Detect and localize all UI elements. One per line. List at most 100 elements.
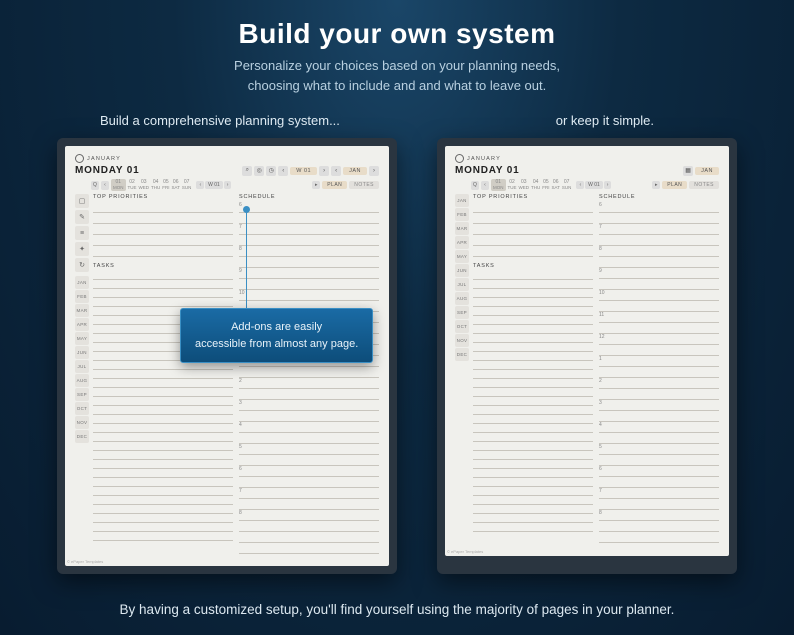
schedule-line[interactable] [239,455,379,466]
chevron-left-icon[interactable]: ‹ [576,181,584,189]
refresh-icon[interactable]: ↻ [75,258,89,272]
schedule-line[interactable] [239,257,379,268]
task-line[interactable] [473,352,593,361]
tab-notes[interactable]: NOTES [349,181,379,189]
day-07[interactable]: 07SUN [182,180,192,190]
chevron-right-icon[interactable]: › [224,181,232,189]
month-tab-nov[interactable]: NOV [75,416,89,429]
schedule-line[interactable]: 7 [239,224,379,235]
day-03[interactable]: 03WED [139,180,150,190]
schedule-line[interactable]: 2 [239,378,379,389]
month-tab-mar[interactable]: MAR [75,304,89,317]
task-line[interactable] [93,451,233,460]
month-tab-jan[interactable]: JAN [75,276,89,289]
schedule-line[interactable] [239,411,379,422]
schedule-line[interactable] [599,301,719,312]
schedule-line[interactable] [599,367,719,378]
task-line[interactable] [93,496,233,505]
day-07[interactable]: 07SUN [562,180,572,190]
task-line[interactable] [473,289,593,298]
schedule-line[interactable] [239,279,379,290]
target-icon[interactable]: ◎ [254,166,264,176]
task-line[interactable] [473,460,593,469]
task-line[interactable] [93,397,233,406]
priority-line[interactable] [93,235,233,246]
task-line[interactable] [473,406,593,415]
edit-icon[interactable]: ✎ [75,210,89,224]
task-line[interactable] [93,523,233,532]
schedule-line[interactable] [599,521,719,532]
month-tab-feb[interactable]: FEB [455,208,469,221]
task-line[interactable] [473,307,593,316]
month-tab-aug[interactable]: AUG [455,292,469,305]
nav-q-icon[interactable]: Q [91,181,99,190]
schedule-line[interactable]: 7 [599,224,719,235]
schedule-line[interactable]: 6 [599,466,719,477]
task-line[interactable] [93,505,233,514]
bookmark-icon[interactable]: ▢ [75,194,89,208]
schedule-line[interactable] [599,477,719,488]
schedule-line[interactable] [599,345,719,356]
month-tab-nov[interactable]: NOV [455,334,469,347]
task-line[interactable] [93,532,233,541]
month-tab-may[interactable]: MAY [455,250,469,263]
month-tab-sep[interactable]: SEP [455,306,469,319]
task-line[interactable] [473,415,593,424]
schedule-line[interactable]: 6 [239,202,379,213]
schedule-line[interactable]: 5 [239,444,379,455]
task-line[interactable] [473,505,593,514]
clock-icon[interactable]: ◷ [266,166,276,176]
schedule-line[interactable] [239,477,379,488]
task-line[interactable] [93,433,233,442]
list-icon[interactable]: ≡ [75,226,89,240]
task-line[interactable] [473,469,593,478]
day-02[interactable]: 02TUE [508,180,517,190]
week-chevron-left-icon[interactable]: ‹ [278,166,288,176]
priority-line[interactable] [473,246,593,257]
schedule-line[interactable] [239,433,379,444]
tab-plan[interactable]: PLAN [662,181,687,189]
day-05[interactable]: 05FRI [542,180,549,190]
task-line[interactable] [93,370,233,379]
nav-w-icon[interactable]: ‹ [481,181,489,190]
search-icon[interactable]: ⌕ [242,166,252,176]
schedule-line[interactable] [599,532,719,543]
day-prev-icon[interactable]: ▸ [652,181,660,189]
day-04[interactable]: 04THU [531,180,540,190]
schedule-line[interactable] [599,323,719,334]
schedule-line[interactable] [599,257,719,268]
home-icon[interactable] [455,154,464,163]
schedule-line[interactable] [599,213,719,224]
schedule-line[interactable] [599,235,719,246]
task-line[interactable] [93,379,233,388]
priority-line[interactable] [93,246,233,257]
task-line[interactable] [473,334,593,343]
schedule-line[interactable] [239,235,379,246]
day-02[interactable]: 02TUE [128,180,137,190]
month-tab-jan[interactable]: JAN [455,194,469,207]
task-line[interactable] [93,478,233,487]
task-line[interactable] [93,388,233,397]
schedule-line[interactable] [239,367,379,378]
priority-line[interactable] [473,202,593,213]
task-line[interactable] [473,451,593,460]
chevron-left-icon[interactable]: ‹ [196,181,204,189]
task-line[interactable] [473,514,593,523]
day-04[interactable]: 04THU [151,180,160,190]
task-line[interactable] [93,415,233,424]
month-tab-feb[interactable]: FEB [75,290,89,303]
month-tab-sep[interactable]: SEP [75,388,89,401]
task-line[interactable] [93,469,233,478]
task-line[interactable] [473,343,593,352]
month-tab-oct[interactable]: OCT [75,402,89,415]
month-tab-jul[interactable]: JUL [75,360,89,373]
task-line[interactable] [473,496,593,505]
task-line[interactable] [473,271,593,280]
schedule-line[interactable]: 4 [599,422,719,433]
month-tab-apr[interactable]: APR [455,236,469,249]
schedule-line[interactable]: 9 [599,268,719,279]
schedule-line[interactable]: 3 [599,400,719,411]
week-mini-pill[interactable]: ‹ W 01 › [576,181,611,189]
schedule-line[interactable]: 3 [239,400,379,411]
month-pill[interactable]: JAN [695,167,719,175]
